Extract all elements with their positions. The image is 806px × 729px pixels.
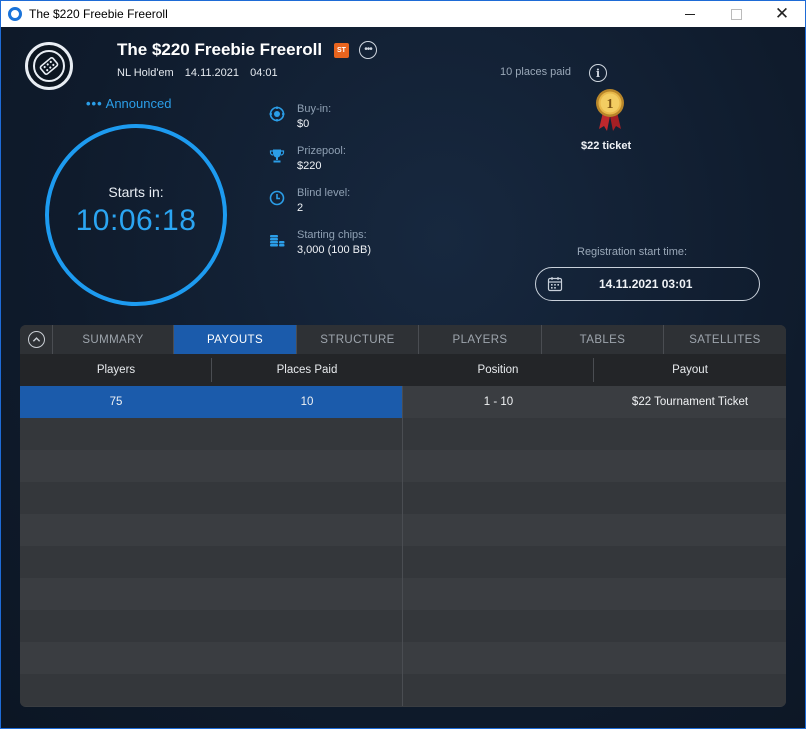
countdown-ring: Starts in: 10:06:18 bbox=[45, 124, 227, 306]
tournament-subtitle: NL Hold'em 14.11.2021 04:01 bbox=[117, 67, 286, 79]
starting-chips-info: Starting chips: 3,000 (100 BB) bbox=[269, 228, 371, 258]
prize-ticket-label: $22 ticket bbox=[581, 140, 632, 152]
column-header-places-paid[interactable]: Places Paid bbox=[212, 354, 402, 386]
column-header-payout[interactable]: Payout bbox=[594, 354, 786, 386]
collapse-button[interactable] bbox=[20, 325, 53, 354]
starting-chips-value: 3,000 (100 BB) bbox=[297, 244, 371, 256]
tab-bar: SUMMARY PAYOUTS STRUCTURE PLAYERS TABLES… bbox=[20, 325, 786, 354]
column-header-position[interactable]: Position bbox=[402, 354, 594, 386]
tournament-date: 14.11.2021 bbox=[184, 67, 240, 79]
empty-row bbox=[20, 610, 786, 642]
buy-in-value: $0 bbox=[297, 118, 310, 130]
info-icon[interactable]: i bbox=[589, 64, 607, 82]
tournament-status: ••• Announced bbox=[86, 96, 171, 111]
registration-label: Registration start time: bbox=[577, 246, 688, 258]
game-type: NL Hold'em bbox=[117, 67, 174, 79]
payouts-table-header: Players Places Paid Position Payout bbox=[20, 354, 786, 386]
gold-medal-icon: 1 bbox=[596, 89, 624, 131]
prizepool-label: Prizepool: bbox=[297, 145, 346, 157]
places-paid-label: 10 places paid bbox=[500, 66, 571, 78]
st-badge: ST bbox=[334, 43, 349, 58]
empty-row bbox=[20, 546, 786, 578]
empty-row bbox=[20, 578, 786, 610]
medal-number: 1 bbox=[607, 97, 614, 112]
details-panel: SUMMARY PAYOUTS STRUCTURE PLAYERS TABLES… bbox=[20, 325, 786, 707]
column-header-players[interactable]: Players bbox=[20, 354, 212, 386]
buy-in-label: Buy-in: bbox=[297, 103, 332, 115]
window-controls: ✕ bbox=[667, 1, 805, 27]
tournament-title: The $220 Freebie Freeroll bbox=[117, 40, 323, 59]
registration-time-value: 14.11.2021 03:01 bbox=[599, 277, 693, 291]
empty-row bbox=[20, 450, 786, 482]
tab-tables[interactable]: TABLES bbox=[542, 325, 664, 354]
maximize-button[interactable] bbox=[713, 1, 759, 27]
chevron-up-icon bbox=[27, 331, 45, 348]
tournament-time: 04:01 bbox=[250, 67, 278, 79]
tab-players[interactable]: PLAYERS bbox=[419, 325, 542, 354]
status-dots-icon: ••• bbox=[86, 96, 103, 111]
buy-in-info: Buy-in: $0 bbox=[269, 102, 331, 132]
starts-in-label: Starts in: bbox=[108, 184, 164, 200]
starting-chips-label: Starting chips: bbox=[297, 229, 367, 241]
tournament-logo bbox=[25, 42, 73, 90]
prizepool-info: Prizepool: $220 bbox=[269, 144, 346, 174]
blind-level-value: 2 bbox=[297, 202, 304, 214]
calendar-icon bbox=[547, 277, 563, 292]
tab-summary[interactable]: SUMMARY bbox=[53, 325, 174, 354]
blind-level-label: Blind level: bbox=[297, 187, 351, 199]
blind-level-info: Blind level: 2 bbox=[269, 186, 350, 216]
tournament-lobby: The $220 Freebie Freeroll ST ••• NL Hold… bbox=[1, 27, 805, 728]
cards-icon bbox=[33, 50, 65, 82]
places-paid-count: 10 bbox=[300, 396, 314, 408]
close-button[interactable]: ✕ bbox=[759, 1, 805, 27]
minimize-button[interactable] bbox=[667, 1, 713, 27]
registration-time-field: 14.11.2021 03:01 bbox=[535, 267, 760, 301]
more-options-icon[interactable]: ••• bbox=[359, 41, 377, 59]
tournament-window: The $220 Freebie Freeroll ✕ The $220 Fre… bbox=[0, 0, 806, 729]
chip-icon bbox=[269, 106, 285, 122]
tab-structure[interactable]: STRUCTURE bbox=[297, 325, 419, 354]
empty-row bbox=[20, 482, 786, 514]
empty-row bbox=[20, 642, 786, 674]
app-icon bbox=[8, 7, 22, 21]
empty-row bbox=[20, 514, 786, 546]
payout-position: 1 - 10 bbox=[483, 396, 514, 408]
trophy-icon bbox=[269, 148, 285, 164]
window-title: The $220 Freebie Freeroll bbox=[29, 7, 168, 21]
table-row[interactable]: 75 10 1 - 10 $22 Tournament Ticket bbox=[20, 386, 786, 418]
empty-row bbox=[20, 674, 786, 706]
prizepool-value: $220 bbox=[297, 160, 322, 172]
countdown-timer: 10:06:18 bbox=[75, 204, 197, 237]
title-bar: The $220 Freebie Freeroll ✕ bbox=[1, 1, 805, 27]
empty-row bbox=[20, 418, 786, 450]
chips-stack-icon bbox=[269, 232, 285, 248]
clock-icon bbox=[269, 190, 285, 206]
tab-payouts[interactable]: PAYOUTS bbox=[174, 325, 297, 354]
players-count: 75 bbox=[109, 396, 123, 408]
payouts-table-body: 75 10 1 - 10 $22 Tournament Ticket bbox=[20, 386, 786, 706]
status-label: Announced bbox=[105, 96, 172, 111]
payout-amount: $22 Tournament Ticket bbox=[631, 396, 749, 408]
tab-satellites[interactable]: SATELLITES bbox=[664, 325, 786, 354]
